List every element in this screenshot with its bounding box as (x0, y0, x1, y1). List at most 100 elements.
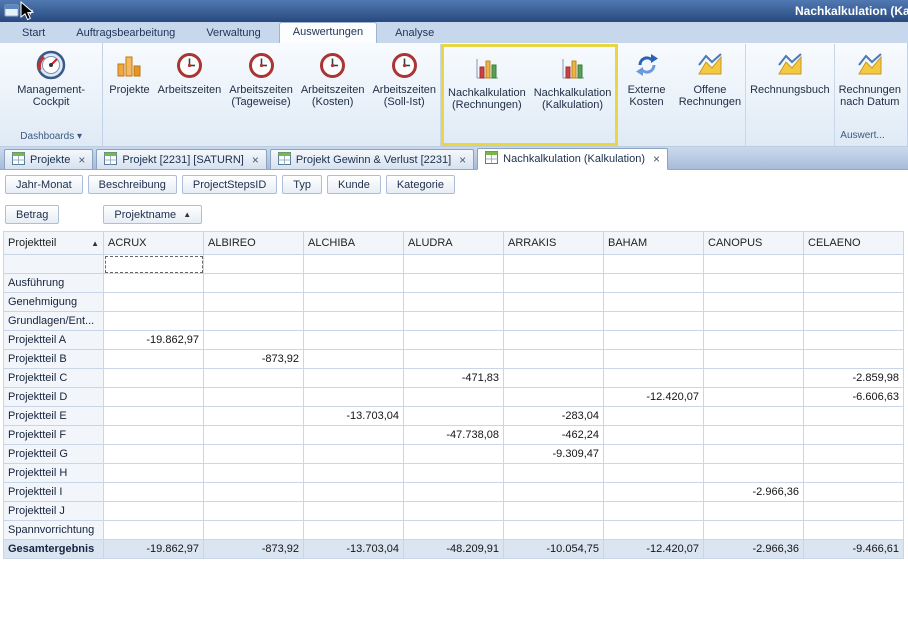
ribbon-tab-analyse[interactable]: Analyse (382, 24, 447, 43)
pivot-cell-projektteil-g-arrakis[interactable]: -9.309,47 (504, 445, 604, 464)
pivot-cell-projektteil-h-celaeno[interactable] (804, 464, 904, 483)
pivot-column-header-baham[interactable]: BAHAM (604, 232, 704, 255)
close-icon[interactable]: × (252, 155, 259, 165)
ribbon-button-arbeitszeiten[interactable]: Arbeitszeiten (154, 44, 226, 146)
pivot-cell-projektteil-g-albireo[interactable] (204, 445, 304, 464)
close-icon[interactable]: × (78, 155, 85, 165)
pivot-cell-projektteil-d-canopus[interactable] (704, 388, 804, 407)
pivot-cell-projektteil-a-arrakis[interactable] (504, 331, 604, 350)
ribbon-button-arbeitszeiten-kosten[interactable]: Arbeitszeiten (Kosten) (297, 44, 369, 146)
pivot-cell-projektteil-c-alchiba[interactable] (304, 369, 404, 388)
pivot-cell-projektteil-h-alchiba[interactable] (304, 464, 404, 483)
pivot-cell-gesamtergebnis-canopus[interactable]: -2.966,36 (704, 540, 804, 559)
pivot-row-label[interactable]: Gesamtergebnis (4, 540, 104, 559)
pivot-cell-projektteil-e-acrux[interactable] (104, 407, 204, 426)
pivot-cell-blank-alchiba[interactable] (304, 255, 404, 274)
pivot-column-header-aludra[interactable]: ALUDRA (404, 232, 504, 255)
pivot-cell-projektteil-a-albireo[interactable] (204, 331, 304, 350)
pivot-cell-projektteil-a-acrux[interactable]: -19.862,97 (104, 331, 204, 350)
pivot-cell-projektteil-e-baham[interactable] (604, 407, 704, 426)
pivot-cell-blank-aludra[interactable] (404, 255, 504, 274)
pivot-cell-grundlagen-ent-aludra[interactable] (404, 312, 504, 331)
pivot-cell-ausführung-acrux[interactable] (104, 274, 204, 293)
pivot-cell-gesamtergebnis-albireo[interactable]: -873,92 (204, 540, 304, 559)
pivot-cell-genehmigung-acrux[interactable] (104, 293, 204, 312)
pivot-cell-projektteil-e-arrakis[interactable]: -283,04 (504, 407, 604, 426)
pivot-cell-projektteil-h-baham[interactable] (604, 464, 704, 483)
filter-field-kategorie[interactable]: Kategorie (386, 175, 455, 194)
pivot-cell-projektteil-i-aludra[interactable] (404, 483, 504, 502)
pivot-cell-projektteil-f-alchiba[interactable] (304, 426, 404, 445)
pivot-row-label[interactable]: Projektteil H (4, 464, 104, 483)
ribbon-button-offene-rechnungen[interactable]: Offene Rechnungen (675, 44, 746, 146)
pivot-cell-projektteil-d-arrakis[interactable] (504, 388, 604, 407)
pivot-cell-projektteil-g-celaeno[interactable] (804, 445, 904, 464)
pivot-cell-projektteil-f-canopus[interactable] (704, 426, 804, 445)
pivot-cell-projektteil-e-celaeno[interactable] (804, 407, 904, 426)
pivot-cell-blank-canopus[interactable] (704, 255, 804, 274)
pivot-cell-genehmigung-alchiba[interactable] (304, 293, 404, 312)
ribbon-button-rechnungsbuch[interactable]: Rechnungsbuch (746, 44, 835, 146)
pivot-cell-ausführung-albireo[interactable] (204, 274, 304, 293)
pivot-cell-projektteil-a-aludra[interactable] (404, 331, 504, 350)
document-tab-nachkalkulation-kalkulation[interactable]: Nachkalkulation (Kalkulation)× (477, 148, 668, 170)
pivot-cell-projektteil-j-aludra[interactable] (404, 502, 504, 521)
close-icon[interactable]: × (459, 155, 466, 165)
pivot-cell-blank-celaeno[interactable] (804, 255, 904, 274)
pivot-cell-projektteil-f-acrux[interactable] (104, 426, 204, 445)
data-field-betrag[interactable]: Betrag (5, 205, 59, 224)
pivot-cell-projektteil-j-baham[interactable] (604, 502, 704, 521)
pivot-cell-projektteil-d-aludra[interactable] (404, 388, 504, 407)
pivot-cell-projektteil-f-baham[interactable] (604, 426, 704, 445)
pivot-cell-projektteil-c-aludra[interactable]: -471,83 (404, 369, 504, 388)
pivot-cell-projektteil-e-canopus[interactable] (704, 407, 804, 426)
pivot-cell-spannvorrichtung-arrakis[interactable] (504, 521, 604, 540)
ribbon-button-management-cockpit[interactable]: Management-Cockpit (2, 44, 100, 129)
ribbon-tab-auswertungen[interactable]: Auswertungen (279, 22, 377, 43)
pivot-cell-projektteil-i-baham[interactable] (604, 483, 704, 502)
pivot-cell-spannvorrichtung-canopus[interactable] (704, 521, 804, 540)
pivot-cell-projektteil-c-arrakis[interactable] (504, 369, 604, 388)
pivot-cell-grundlagen-ent-celaeno[interactable] (804, 312, 904, 331)
pivot-cell-blank-arrakis[interactable] (504, 255, 604, 274)
pivot-cell-projektteil-h-arrakis[interactable] (504, 464, 604, 483)
pivot-cell-projektteil-f-arrakis[interactable]: -462,24 (504, 426, 604, 445)
pivot-cell-projektteil-a-alchiba[interactable] (304, 331, 404, 350)
pivot-cell-grundlagen-ent-arrakis[interactable] (504, 312, 604, 331)
pivot-cell-projektteil-e-aludra[interactable] (404, 407, 504, 426)
pivot-cell-gesamtergebnis-arrakis[interactable]: -10.054,75 (504, 540, 604, 559)
pivot-cell-ausführung-celaeno[interactable] (804, 274, 904, 293)
pivot-cell-gesamtergebnis-alchiba[interactable]: -13.703,04 (304, 540, 404, 559)
ribbon-group-footer[interactable]: Dashboards ▾ (2, 129, 100, 146)
pivot-cell-projektteil-c-celaeno[interactable]: -2.859,98 (804, 369, 904, 388)
pivot-cell-projektteil-e-albireo[interactable] (204, 407, 304, 426)
pivot-cell-projektteil-i-acrux[interactable] (104, 483, 204, 502)
pivot-cell-projektteil-j-albireo[interactable] (204, 502, 304, 521)
pivot-row-label[interactable]: Projektteil J (4, 502, 104, 521)
pivot-cell-projektteil-c-canopus[interactable] (704, 369, 804, 388)
ribbon-button-externe-kosten[interactable]: Externe Kosten (618, 44, 674, 146)
pivot-cell-ausführung-alchiba[interactable] (304, 274, 404, 293)
pivot-row-label[interactable]: Ausführung (4, 274, 104, 293)
pivot-cell-projektteil-b-aludra[interactable] (404, 350, 504, 369)
pivot-cell-projektteil-i-alchiba[interactable] (304, 483, 404, 502)
pivot-cell-genehmigung-canopus[interactable] (704, 293, 804, 312)
pivot-cell-spannvorrichtung-alchiba[interactable] (304, 521, 404, 540)
ribbon-button-nachkalkulation-rechnungen[interactable]: Nachkalkulation (Rechnungen) (444, 47, 530, 143)
pivot-cell-projektteil-a-baham[interactable] (604, 331, 704, 350)
pivot-cell-projektteil-g-aludra[interactable] (404, 445, 504, 464)
pivot-cell-projektteil-j-alchiba[interactable] (304, 502, 404, 521)
pivot-cell-projektteil-f-aludra[interactable]: -47.738,08 (404, 426, 504, 445)
pivot-cell-ausführung-arrakis[interactable] (504, 274, 604, 293)
pivot-cell-gesamtergebnis-acrux[interactable]: -19.862,97 (104, 540, 204, 559)
app-icon[interactable] (4, 3, 19, 22)
pivot-cell-genehmigung-celaeno[interactable] (804, 293, 904, 312)
pivot-cell-ausführung-canopus[interactable] (704, 274, 804, 293)
filter-field-kunde[interactable]: Kunde (327, 175, 381, 194)
pivot-cell-blank-baham[interactable] (604, 255, 704, 274)
pivot-cell-projektteil-b-arrakis[interactable] (504, 350, 604, 369)
pivot-cell-gesamtergebnis-aludra[interactable]: -48.209,91 (404, 540, 504, 559)
pivot-column-header-alchiba[interactable]: ALCHIBA (304, 232, 404, 255)
pivot-cell-projektteil-j-arrakis[interactable] (504, 502, 604, 521)
pivot-cell-projektteil-b-acrux[interactable] (104, 350, 204, 369)
